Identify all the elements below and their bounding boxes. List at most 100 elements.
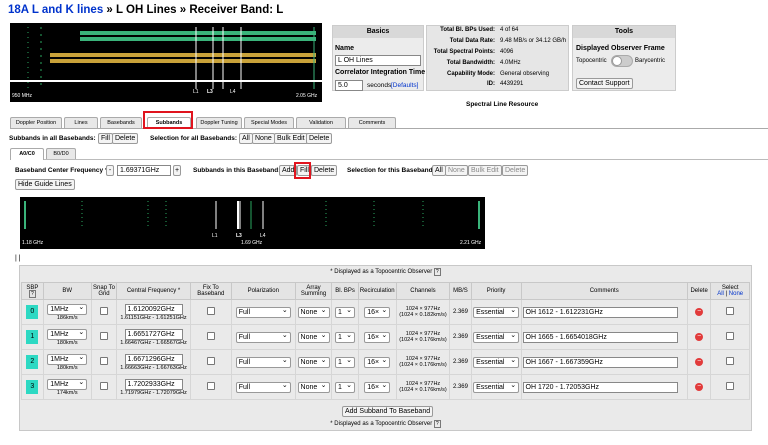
hide-guide-lines-button[interactable]: Hide Guide Lines — [15, 179, 75, 190]
defaults-link[interactable]: [Defaults] — [391, 82, 418, 89]
fix-checkbox[interactable] — [206, 307, 215, 315]
snap-checkbox[interactable] — [99, 307, 108, 315]
bps-select[interactable]: 1 — [335, 356, 356, 368]
bulk-edit-all-button[interactable]: Bulk Edit — [274, 133, 308, 144]
polarization-select[interactable]: Full — [235, 356, 291, 368]
subband-table: SBP ? BW Snap To Grid Central Frequency … — [21, 282, 750, 400]
recirc-select[interactable]: 16× — [364, 331, 391, 343]
center-freq-plus-button[interactable]: + — [173, 165, 181, 176]
polarization-select[interactable]: Full — [235, 381, 291, 393]
delete-icon[interactable]: − — [695, 358, 704, 366]
select-checkbox[interactable] — [726, 332, 735, 340]
fix-checkbox[interactable] — [206, 382, 215, 390]
plot-right-label: 2.05 GHz — [296, 93, 318, 99]
bps-select[interactable]: 1 — [335, 306, 356, 318]
help-icon[interactable]: ? — [433, 420, 441, 428]
recirc-select[interactable]: 16× — [364, 306, 391, 318]
delete-selection-all-button[interactable]: Delete — [306, 133, 333, 144]
table-row: 0 1MHz186km/s 1.6120092GHz1.61151GHz - 1… — [21, 299, 750, 325]
bps-select[interactable]: 1 — [335, 381, 356, 393]
name-field[interactable]: L OH Lines — [335, 55, 421, 66]
fill-all-button[interactable]: Fill — [98, 133, 113, 144]
select-this-none-button[interactable]: None — [445, 165, 468, 176]
central-freq-input[interactable]: 1.6651727GHz — [124, 328, 183, 340]
bw-select[interactable]: 1MHz — [47, 378, 88, 390]
polarization-select[interactable]: Full — [235, 331, 291, 343]
sbp-badge[interactable]: 0 — [26, 305, 39, 319]
tab-b0d0[interactable]: B0/D0 — [46, 148, 76, 159]
table-note-bottom: * Displayed as a Topocentric Observer ? — [19, 420, 752, 428]
fix-checkbox[interactable] — [206, 332, 215, 340]
sbp-badge[interactable]: 2 — [26, 355, 39, 369]
central-freq-input[interactable]: 1.6120092GHz — [124, 303, 183, 315]
bw-select[interactable]: 1MHz — [47, 303, 88, 315]
add-subband-to-baseband-button[interactable]: Add Subband To Baseband — [342, 406, 434, 417]
bulk-edit-this-button[interactable]: Bulk Edit — [468, 165, 502, 176]
col-recirculation: Recirculation — [357, 282, 397, 300]
frame-toggle[interactable] — [611, 55, 633, 67]
central-freq-input[interactable]: 1.6671296GHz — [124, 353, 183, 365]
help-icon[interactable]: ? — [433, 268, 441, 276]
fix-checkbox[interactable] — [206, 357, 215, 365]
comment-input[interactable]: OH 1667 - 1.667359GHz — [522, 356, 678, 368]
snap-checkbox[interactable] — [99, 357, 108, 365]
delete-baseband-button[interactable]: Delete — [311, 165, 338, 176]
select-this-all-button[interactable]: All — [432, 165, 446, 176]
project-link[interactable]: 18A L and K lines — [8, 4, 103, 16]
help-icon[interactable]: ? — [28, 290, 36, 298]
central-freq-input[interactable]: 1.7202933GHz — [124, 378, 183, 390]
select-checkbox[interactable] — [726, 382, 735, 390]
center-freq-field[interactable]: 1.69371GHz — [117, 165, 171, 176]
select-all-link[interactable]: All — [717, 291, 724, 297]
toggle-knob — [612, 56, 622, 66]
tab-doppler-position[interactable]: Doppler Position — [10, 117, 62, 128]
priority-select[interactable]: Essential — [473, 306, 520, 318]
comment-input[interactable]: OH 1720 - 1.72053GHz — [522, 381, 678, 393]
splitter-handle[interactable]: | | — [15, 255, 21, 262]
sbp-badge[interactable]: 3 — [26, 380, 39, 394]
delete-selection-this-button[interactable]: Delete — [502, 165, 529, 176]
select-all-all-button[interactable]: All — [239, 133, 253, 144]
tab-special-modes[interactable]: Special Modes — [244, 117, 294, 128]
col-fix: Fix To Baseband — [189, 282, 232, 300]
comment-input[interactable]: OH 1612 - 1.612231GHz — [522, 306, 678, 318]
delete-all-button[interactable]: Delete — [112, 133, 139, 144]
priority-select[interactable]: Essential — [473, 356, 520, 368]
bw-select[interactable]: 1MHz — [47, 353, 88, 365]
snap-checkbox[interactable] — [99, 382, 108, 390]
select-all-none-button[interactable]: None — [252, 133, 275, 144]
delete-icon[interactable]: − — [695, 308, 704, 316]
tab-lines[interactable]: Lines — [64, 117, 98, 128]
tab-doppler-tuning[interactable]: Doppler Tuning — [196, 117, 242, 128]
select-checkbox[interactable] — [726, 307, 735, 315]
summing-select[interactable]: None — [297, 381, 330, 393]
center-freq-minus-button[interactable]: - — [106, 165, 114, 176]
sbp-badge[interactable]: 1 — [26, 330, 39, 344]
recirc-select[interactable]: 16× — [364, 381, 391, 393]
summing-select[interactable]: None — [297, 306, 330, 318]
select-checkbox[interactable] — [726, 357, 735, 365]
priority-select[interactable]: Essential — [473, 331, 520, 343]
tab-a0c0[interactable]: A0/C0 — [10, 148, 44, 160]
recirc-select[interactable]: 16× — [364, 356, 391, 368]
comment-input[interactable]: OH 1665 - 1.6654018GHz — [522, 331, 678, 343]
delete-icon[interactable]: − — [695, 333, 704, 341]
spectral-line-resource: Spectral Line Resource — [466, 101, 539, 108]
corr-time-field[interactable]: 5.0 — [335, 80, 363, 91]
summing-select[interactable]: None — [297, 331, 330, 343]
tab-basebands[interactable]: Basebands — [100, 117, 142, 128]
table-row: 2 1MHz180km/s 1.6671296GHz1.66663GHz - 1… — [21, 349, 750, 375]
priority-select[interactable]: Essential — [473, 381, 520, 393]
contact-support-button[interactable]: Contact Support — [576, 78, 633, 89]
summing-select[interactable]: None — [297, 356, 330, 368]
bps-select[interactable]: 1 — [335, 331, 356, 343]
polarization-select[interactable]: Full — [235, 306, 291, 318]
tab-comments[interactable]: Comments — [348, 117, 396, 128]
bw-select[interactable]: 1MHz — [47, 328, 88, 340]
tab-validation[interactable]: Validation — [296, 117, 346, 128]
bb-plot-center-label: 1.69 GHz — [241, 240, 263, 246]
select-none-link[interactable]: None — [729, 291, 743, 297]
delete-icon[interactable]: − — [695, 383, 704, 391]
bb-plot-left-label: 1.18 GHz — [22, 240, 44, 246]
snap-checkbox[interactable] — [99, 332, 108, 340]
